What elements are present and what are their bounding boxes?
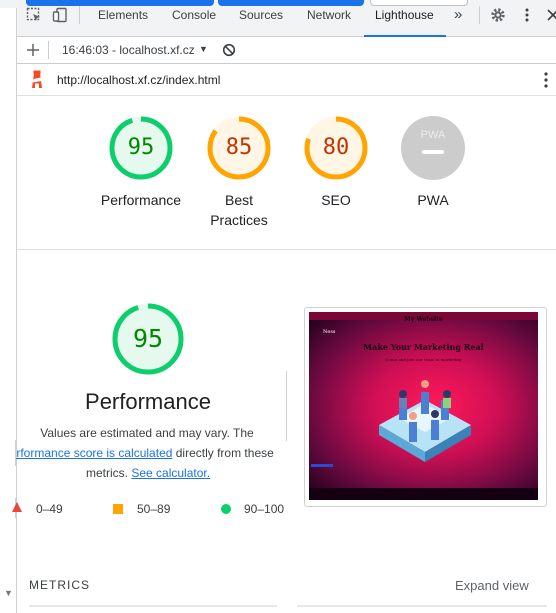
lighthouse-logo-icon xyxy=(32,70,42,88)
tab-lighthouse[interactable]: Lighthouse xyxy=(375,8,434,22)
gear-icon[interactable] xyxy=(490,7,506,23)
screenshot-link xyxy=(311,464,333,467)
gauge-label[interactable]: Performance xyxy=(91,190,191,210)
gauge-label[interactable]: SEO xyxy=(286,190,386,210)
gauge-label-line2[interactable]: Practices xyxy=(189,210,289,230)
kebab-menu-icon[interactable] xyxy=(519,7,535,23)
expand-view-toggle[interactable]: Expand view xyxy=(455,578,529,593)
metrics-divider-right xyxy=(297,605,547,607)
legend-average-range: 50–89 xyxy=(137,502,171,516)
performance-description-line2: performance score is calculated directly… xyxy=(3,443,303,463)
top-blue-button-2[interactable] xyxy=(218,0,364,6)
performance-score-link[interactable]: performance score is calculated xyxy=(3,446,172,460)
report-selector[interactable]: 16:46:03 - localhost.xf.cz xyxy=(62,43,195,57)
tabbar-separator xyxy=(479,6,480,24)
gauge-score: 85 xyxy=(225,135,253,160)
description-text: metrics. xyxy=(86,466,132,480)
chevron-down-icon[interactable]: ▼ xyxy=(199,44,208,54)
device-toolbar-icon[interactable] xyxy=(52,7,68,23)
left-gutter xyxy=(0,8,17,613)
inspect-element-icon[interactable] xyxy=(26,7,42,23)
close-icon[interactable] xyxy=(545,7,556,23)
metrics-divider-left xyxy=(29,605,277,607)
tab-sources[interactable]: Sources xyxy=(239,8,283,22)
tabbar-separator xyxy=(79,6,80,24)
pwa-badge-text: PWA xyxy=(421,129,446,141)
screenshot-logo: Ness xyxy=(323,329,336,335)
top-blue-button-1[interactable] xyxy=(26,0,214,6)
performance-score: 95 xyxy=(132,324,164,353)
gauge-score: 80 xyxy=(322,135,350,160)
screenshot-site-title: My Website xyxy=(404,316,443,323)
scroll-down-arrow-icon[interactable]: ▼ xyxy=(4,588,13,598)
section-divider xyxy=(17,249,556,250)
legend-fail-range: 0–49 xyxy=(36,502,63,516)
tab-console[interactable]: Console xyxy=(172,8,216,22)
gauge-score: 95 xyxy=(127,135,155,160)
vertical-divider xyxy=(286,371,287,441)
screenshot-headline: Make Your Marketing Real xyxy=(363,342,484,352)
office-illustration xyxy=(379,380,471,462)
more-tabs-icon[interactable]: » xyxy=(454,6,462,23)
tab-network[interactable]: Network xyxy=(307,8,351,22)
metrics-section-label: METRICS xyxy=(29,578,90,592)
legend-pass-range: 90–100 xyxy=(244,502,285,516)
report-url[interactable]: http://localhost.xf.cz/index.html xyxy=(57,73,220,87)
screenshot-footer xyxy=(309,488,538,500)
clear-block-icon[interactable] xyxy=(222,43,236,57)
gauge-label[interactable]: Best xyxy=(189,190,289,210)
url-kebab-menu-icon[interactable] xyxy=(540,71,552,89)
pwa-badge-icon: PWA xyxy=(401,116,465,180)
tab-elements[interactable]: Elements xyxy=(98,8,148,22)
gauge-performance[interactable]: 95 xyxy=(108,115,174,181)
description-text: directly from these xyxy=(172,446,274,460)
see-calculator-link[interactable]: See calculator. xyxy=(131,466,210,480)
screenshot-subline: Come and join our team in marketing xyxy=(385,357,462,362)
plus-icon[interactable] xyxy=(26,43,40,57)
performance-title: Performance xyxy=(85,389,211,414)
gauge-label[interactable]: PWA xyxy=(383,190,483,210)
left-gutter-mask xyxy=(0,440,16,466)
performance-large-gauge: 95 xyxy=(111,302,185,376)
gauge-pwa[interactable]: PWA xyxy=(400,115,466,181)
gauge-seo[interactable]: 80 xyxy=(303,115,369,181)
performance-description-line3: metrics. See calculator. xyxy=(86,463,286,483)
final-screenshot: My Website Ness Make Your Marketing Real… xyxy=(309,312,538,500)
fail-triangle-icon xyxy=(12,502,17,512)
performance-description-line1: Values are estimated and may vary. The xyxy=(40,426,254,440)
toolbar-separator xyxy=(48,41,49,59)
gauge-best-practices[interactable]: 85 xyxy=(206,115,272,181)
average-square-icon xyxy=(113,504,123,514)
pass-circle-icon xyxy=(221,504,231,514)
